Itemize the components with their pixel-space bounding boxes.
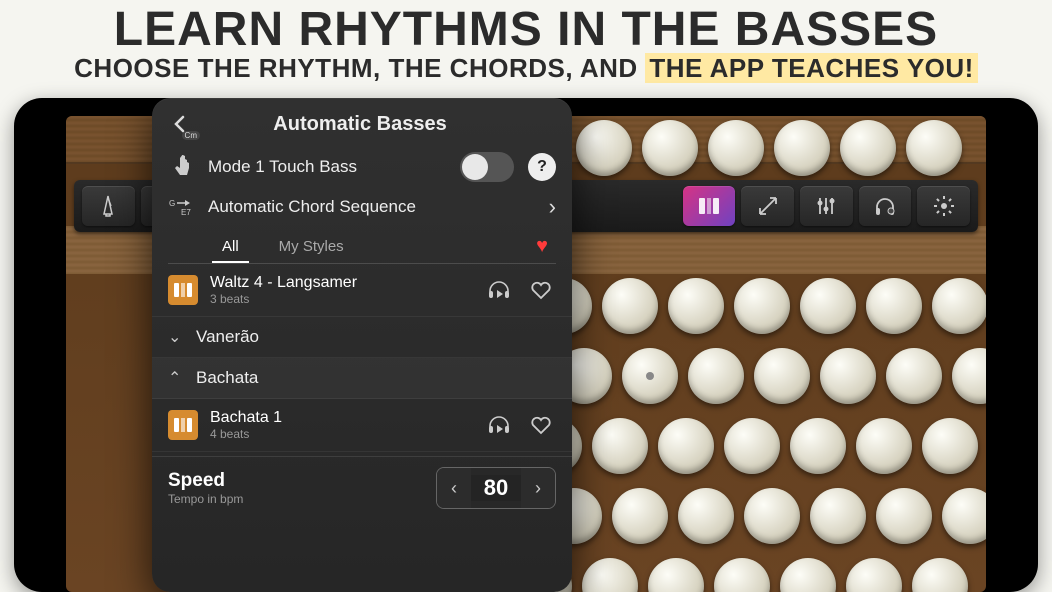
bass-button[interactable] [846, 558, 902, 592]
back-button[interactable]: Cm [164, 108, 196, 140]
speed-labels: Speed Tempo in bpm [168, 470, 424, 506]
bass-button[interactable] [724, 418, 780, 474]
bass-button[interactable] [678, 488, 734, 544]
bass-button[interactable] [866, 278, 922, 334]
hero-sub-pre: CHOOSE THE RHYTHM, THE CHORDS, AND [74, 53, 645, 83]
group-name: Vanerão [196, 327, 259, 347]
style-name: Bachata 1 [210, 409, 472, 427]
tab-my-styles[interactable]: My Styles [269, 232, 354, 261]
bass-button[interactable] [780, 558, 836, 592]
bass-button[interactable] [668, 278, 724, 334]
preview-button[interactable] [484, 275, 514, 305]
group-name: Bachata [196, 368, 258, 388]
speed-subtitle: Tempo in bpm [168, 492, 424, 506]
bass-button[interactable] [774, 120, 830, 176]
tempo-decrease-button[interactable]: ‹ [437, 468, 471, 508]
bass-button[interactable] [856, 418, 912, 474]
mode1-label: Mode 1 Touch Bass [208, 157, 446, 177]
accordion-view-button[interactable] [683, 186, 736, 226]
bass-button[interactable] [876, 488, 932, 544]
bass-button[interactable] [906, 120, 962, 176]
style-item[interactable]: Waltz 4 - Langsamer 3 beats [152, 264, 572, 317]
device-frame: AUTO [14, 98, 1038, 592]
mode1-toggle[interactable] [460, 152, 514, 182]
bass-button[interactable] [688, 348, 744, 404]
bass-button[interactable] [840, 120, 896, 176]
bass-button[interactable] [754, 348, 810, 404]
favorite-button[interactable] [526, 275, 556, 305]
mixer-button[interactable] [800, 186, 853, 226]
svg-text:E7: E7 [181, 208, 191, 216]
hero-sub-highlight: THE APP TEACHES YOU! [645, 53, 977, 83]
bass-button[interactable] [582, 558, 638, 592]
style-beats: 4 beats [210, 427, 472, 441]
bass-button[interactable] [622, 348, 678, 404]
panel-title: Automatic Basses [196, 113, 524, 136]
chevron-down-icon: ⌄ [168, 327, 186, 347]
chord-seq-label: Automatic Chord Sequence [208, 197, 535, 217]
bass-button[interactable] [708, 120, 764, 176]
style-info: Waltz 4 - Langsamer 3 beats [210, 274, 472, 306]
accordion-icon [168, 410, 198, 440]
speed-title: Speed [168, 470, 424, 492]
mode1-row: Mode 1 Touch Bass ? [152, 146, 572, 188]
bass-button[interactable] [810, 488, 866, 544]
bass-button[interactable] [932, 278, 986, 334]
bass-button[interactable] [922, 418, 978, 474]
bass-button[interactable] [642, 120, 698, 176]
tab-all[interactable]: All [212, 232, 249, 261]
favorite-button[interactable] [526, 410, 556, 440]
bass-button[interactable] [744, 488, 800, 544]
bass-button[interactable] [942, 488, 986, 544]
accordion-icon [168, 275, 198, 305]
bass-button[interactable] [658, 418, 714, 474]
group-vanerao[interactable]: ⌄ Vanerão [152, 317, 572, 358]
group-bachata[interactable]: ⌃ Bachata [152, 358, 572, 399]
automatic-basses-panel: Cm Automatic Basses Mode 1 Touch Bass ? … [152, 98, 572, 592]
help-button[interactable]: ? [528, 153, 556, 181]
style-info: Bachata 1 4 beats [210, 409, 472, 441]
bass-button[interactable] [612, 488, 668, 544]
bass-button[interactable] [602, 278, 658, 334]
metronome-button[interactable] [82, 186, 135, 226]
chord-badge: Cm [182, 131, 200, 140]
bass-button[interactable] [576, 120, 632, 176]
panel-header: Cm Automatic Basses [152, 108, 572, 146]
bass-button[interactable] [734, 278, 790, 334]
tempo-value[interactable]: 80 [471, 475, 521, 501]
bass-button[interactable] [820, 348, 876, 404]
bass-button[interactable] [648, 558, 704, 592]
style-beats: 3 beats [210, 292, 472, 306]
bass-button[interactable] [912, 558, 968, 592]
tempo-increase-button[interactable]: › [521, 468, 555, 508]
settings-button[interactable] [917, 186, 970, 226]
preview-button[interactable] [484, 410, 514, 440]
chevron-right-icon: › [549, 194, 556, 220]
style-tabs: All My Styles ♥ [152, 226, 572, 261]
bass-button[interactable] [800, 278, 856, 334]
svg-text:G: G [169, 199, 175, 208]
bass-button[interactable] [886, 348, 942, 404]
chord-seq-icon: G E7 [168, 198, 194, 216]
favorites-filter[interactable]: ♥ [536, 235, 548, 258]
chord-seq-row[interactable]: G E7 Automatic Chord Sequence › [152, 188, 572, 226]
bass-button[interactable] [592, 418, 648, 474]
bass-button[interactable] [952, 348, 986, 404]
style-name: Waltz 4 - Langsamer [210, 274, 472, 292]
bass-button[interactable] [790, 418, 846, 474]
hero-title: LEARN RHYTHMS IN THE BASSES [0, 0, 1052, 57]
tempo-stepper: ‹ 80 › [436, 467, 556, 509]
headphones-button[interactable] [859, 186, 912, 226]
style-item[interactable]: Bachata 1 4 beats [152, 399, 572, 452]
resize-button[interactable] [741, 186, 794, 226]
hero-subtitle: CHOOSE THE RHYTHM, THE CHORDS, AND THE A… [0, 53, 1052, 84]
speed-row: Speed Tempo in bpm ‹ 80 › [152, 456, 572, 519]
bass-button[interactable] [714, 558, 770, 592]
touch-icon [168, 155, 194, 179]
chevron-up-icon: ⌃ [168, 368, 186, 388]
